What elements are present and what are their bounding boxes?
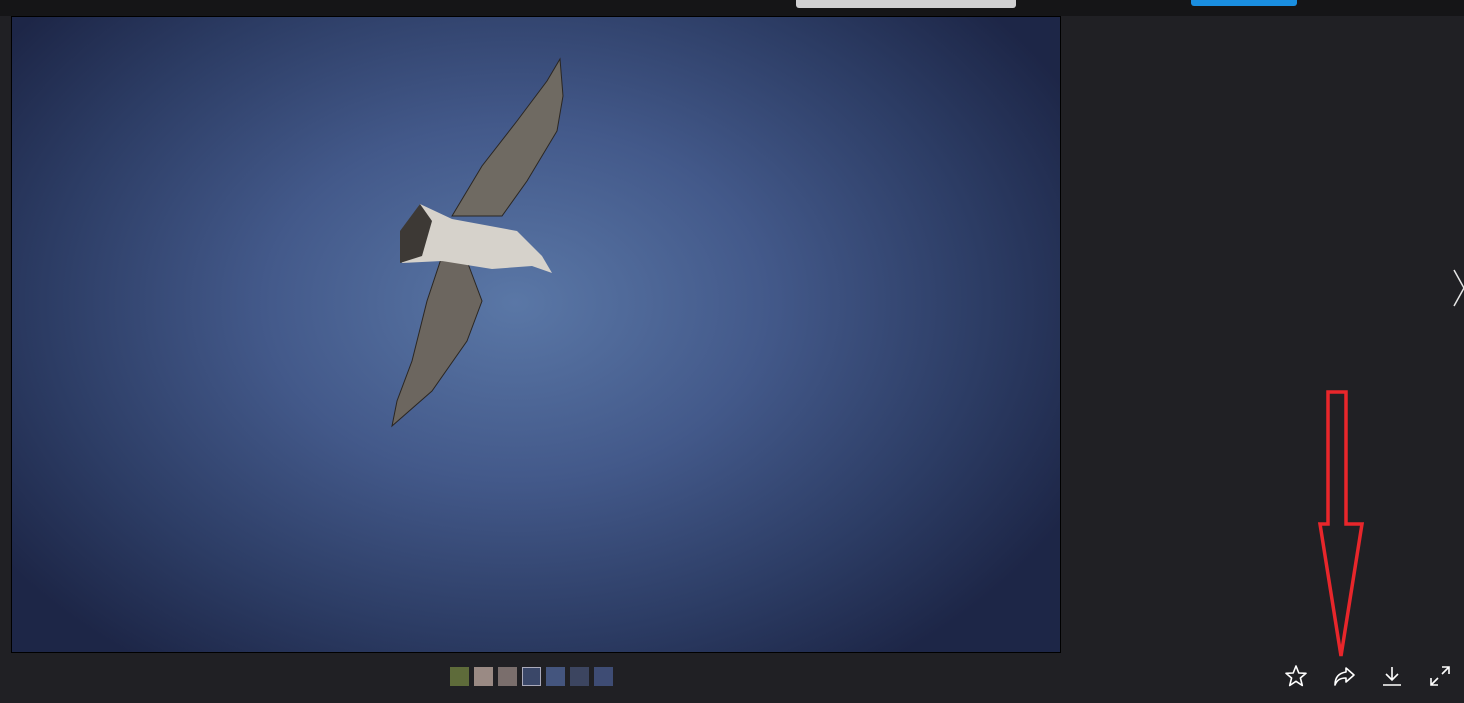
share-icon[interactable] [1332,664,1356,693]
thumbnail[interactable] [594,667,613,686]
thumbnail[interactable] [546,667,565,686]
annotation-arrow [1316,390,1368,665]
thumbnail-selected[interactable] [522,667,541,686]
download-icon[interactable] [1380,664,1404,693]
search-input[interactable] [796,0,1016,8]
star-icon[interactable] [1284,664,1308,693]
fullscreen-icon[interactable] [1428,664,1452,693]
thumbnail[interactable] [498,667,517,686]
thumbnail[interactable] [450,667,469,686]
seagull-image [391,57,564,428]
thumbnail-strip [450,667,613,686]
thumbnail[interactable] [570,667,589,686]
primary-button[interactable] [1191,0,1297,6]
top-bar [0,0,1464,16]
next-arrow-icon[interactable] [1450,268,1464,313]
main-photo [11,16,1061,653]
thumbnail[interactable] [474,667,493,686]
